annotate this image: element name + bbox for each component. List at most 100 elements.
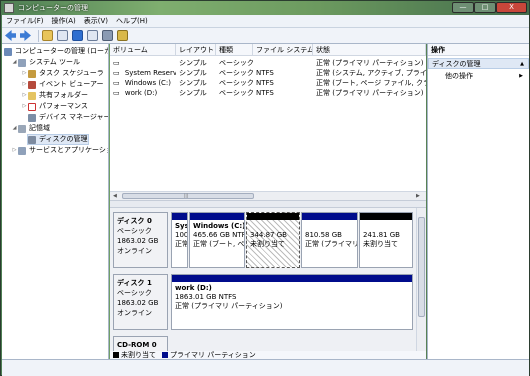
computer-management-icon: [4, 3, 14, 13]
partition-size: 241.81 GB: [363, 231, 400, 239]
menu-view[interactable]: 表示(V): [80, 16, 112, 26]
partition-windows-c[interactable]: Windows (C:) 465.66 GB NTF 正常 (ブート, ぺ: [189, 212, 245, 268]
tree-item-storage[interactable]: ◢ 記憶域: [11, 123, 50, 134]
help-icon[interactable]: [72, 30, 83, 41]
volume-layout: シンプル: [179, 89, 207, 97]
expanded-arrow-icon[interactable]: ◢: [11, 123, 18, 134]
vertical-scrollbar[interactable]: [416, 208, 426, 351]
forward-arrow-icon[interactable]: [20, 30, 31, 41]
title-bar[interactable]: コンピューターの管理 — □ X: [1, 1, 529, 15]
event-viewer-icon: [28, 80, 36, 89]
volume-status: 正常 (ブート, ページ ファイル, クラッ: [316, 79, 426, 87]
volume-fs: NTFS: [256, 69, 274, 77]
expanded-arrow-icon[interactable]: ◢: [11, 57, 18, 68]
partition-text: work (D:) 1863.01 GB NTFS 正常 (プライマリ パーティ…: [172, 282, 412, 311]
clock-icon: [28, 69, 36, 78]
scroll-thumb[interactable]: [418, 217, 425, 317]
column-layout[interactable]: レイアウト: [176, 44, 216, 55]
tree-item-shared-folders[interactable]: ▷ 共有フォルダー: [21, 90, 88, 101]
disk-0-label[interactable]: ディスク 0 ベーシック 1863.02 GB オンライン: [113, 212, 168, 268]
partition-status: 未割り当て: [250, 240, 285, 248]
scroll-left-arrow-icon[interactable]: ◀: [113, 192, 117, 200]
actions-section-disk-management[interactable]: ディスクの管理 ▲: [428, 58, 529, 69]
submenu-arrow-icon: ▶: [519, 73, 523, 79]
disk-1-size: 1863.02 GB: [117, 299, 159, 307]
folder-up-icon[interactable]: [42, 30, 53, 41]
partition-label: Windows (C:): [193, 222, 245, 230]
volume-type: ベーシック: [219, 59, 253, 67]
volume-name: ▭ Windows (C:): [113, 79, 172, 87]
column-filesystem[interactable]: ファイル システム: [253, 44, 313, 55]
actions-item-other[interactable]: 他の操作 ▶: [428, 71, 529, 82]
maximize-button[interactable]: □: [474, 2, 496, 13]
tree-item-task-scheduler[interactable]: ▷ タスク スケジューラ: [21, 68, 104, 79]
column-status[interactable]: 状態: [313, 44, 426, 55]
collapsed-arrow-icon[interactable]: ▷: [21, 90, 28, 101]
volume-row[interactable]: ▭ Windows (C:) シンプル ベーシック NTFS 正常 (ブート, …: [110, 78, 426, 88]
partition-unallocated-1[interactable]: 344.87 GB 未割り当て: [246, 212, 300, 268]
tree-item-root[interactable]: コンピューターの管理 (ローカ: [4, 46, 108, 57]
menu-help[interactable]: ヘルプ(H): [112, 16, 152, 26]
tree-item-performance[interactable]: ▷ パフォーマンス: [21, 101, 88, 112]
volume-fs: NTFS: [256, 89, 274, 97]
collapsed-arrow-icon[interactable]: ▷: [21, 79, 28, 90]
primary-partition-band: [172, 275, 412, 282]
tree-label: イベント ビューアー: [39, 80, 104, 88]
volume-row[interactable]: ▭ work (D:) シンプル ベーシック NTFS 正常 (プライマリ パー…: [110, 88, 426, 98]
collapsed-arrow-icon[interactable]: ▷: [21, 68, 28, 79]
connect-icon[interactable]: [102, 30, 113, 41]
toolbar: [2, 28, 529, 44]
volume-row[interactable]: ▭ System Reserved シンプル ベーシック NTFS 正常 (シス…: [110, 68, 426, 78]
partition-size: 1863.01 GB NTFS: [175, 293, 237, 301]
collapse-up-icon[interactable]: ▲: [520, 59, 524, 70]
tree-item-disk-management[interactable]: ディスクの管理: [27, 134, 89, 145]
collapsed-arrow-icon[interactable]: ▷: [21, 101, 28, 112]
cdrom-0-label[interactable]: CD-ROM 0: [113, 336, 168, 351]
system-tools-icon: [18, 58, 26, 67]
window-title: コンピューターの管理: [18, 4, 88, 12]
disk-1-label[interactable]: ディスク 1 ベーシック 1863.02 GB オンライン: [113, 274, 168, 330]
column-volume[interactable]: ボリューム: [110, 44, 176, 55]
partition-system-reserved[interactable]: Sys 100 正常: [171, 212, 188, 268]
close-button[interactable]: X: [496, 2, 527, 13]
cdrom-0-name: CD-ROM 0: [117, 341, 157, 349]
partition-status: 未割り当て: [363, 240, 398, 248]
tree-label: デバイス マネージャー: [39, 113, 109, 121]
refresh-icon[interactable]: [117, 30, 128, 41]
primary-swatch: [162, 352, 168, 358]
services-icon: [18, 146, 26, 155]
partition-label: work (D:): [175, 284, 212, 292]
back-arrow-icon[interactable]: [5, 30, 16, 41]
horizontal-scrollbar[interactable]: ◀ ||| ▶: [110, 191, 426, 200]
collapsed-arrow-icon[interactable]: ▷: [11, 145, 18, 156]
disk-0-name: ディスク 0: [117, 217, 152, 225]
tree-item-device-manager[interactable]: デバイス マネージャー: [28, 112, 109, 123]
menu-action[interactable]: 操作(A): [48, 16, 80, 26]
volume-row[interactable]: ▭ シンプル ベーシック 正常 (プライマリ パーティション): [110, 58, 426, 68]
disk-management-pane: ボリューム レイアウト 種類 ファイル システム 状態 ▭ シンプル ベーシック…: [110, 44, 426, 359]
tree-item-services[interactable]: ▷ サービスとアプリケーション: [11, 145, 108, 156]
partition-unallocated-2[interactable]: 241.81 GB 未割り当て: [359, 212, 413, 268]
minimize-button[interactable]: —: [452, 2, 474, 13]
disk-1-type: ベーシック: [117, 289, 152, 297]
storage-icon: [18, 124, 26, 133]
partition-work-d[interactable]: work (D:) 1863.01 GB NTFS 正常 (プライマリ パーティ…: [171, 274, 413, 330]
volume-layout: シンプル: [179, 59, 207, 67]
tree-item-event-viewer[interactable]: ▷ イベント ビューアー: [21, 79, 104, 90]
volume-status: 正常 (プライマリ パーティション): [316, 59, 424, 67]
primary-partition-band: [190, 213, 244, 220]
show-tree-icon[interactable]: [57, 30, 68, 41]
section-label: ディスクの管理: [432, 60, 481, 68]
partition-legend: 未割り当て プライマリ パーティション: [110, 351, 426, 359]
partition-primary[interactable]: 810.58 GB 正常 (プライマリ: [301, 212, 358, 268]
volume-layout: シンプル: [179, 79, 207, 87]
tree-item-system-tools[interactable]: ◢ システム ツール: [11, 57, 80, 68]
column-type[interactable]: 種類: [216, 44, 253, 55]
properties-icon[interactable]: [87, 30, 98, 41]
pane-splitter[interactable]: [110, 200, 426, 208]
volume-name: ▭: [113, 59, 120, 67]
computer-icon: [4, 47, 12, 56]
scroll-right-arrow-icon[interactable]: ▶: [416, 192, 420, 200]
volume-fs: NTFS: [256, 79, 274, 87]
menu-file[interactable]: ファイル(F): [2, 16, 48, 26]
